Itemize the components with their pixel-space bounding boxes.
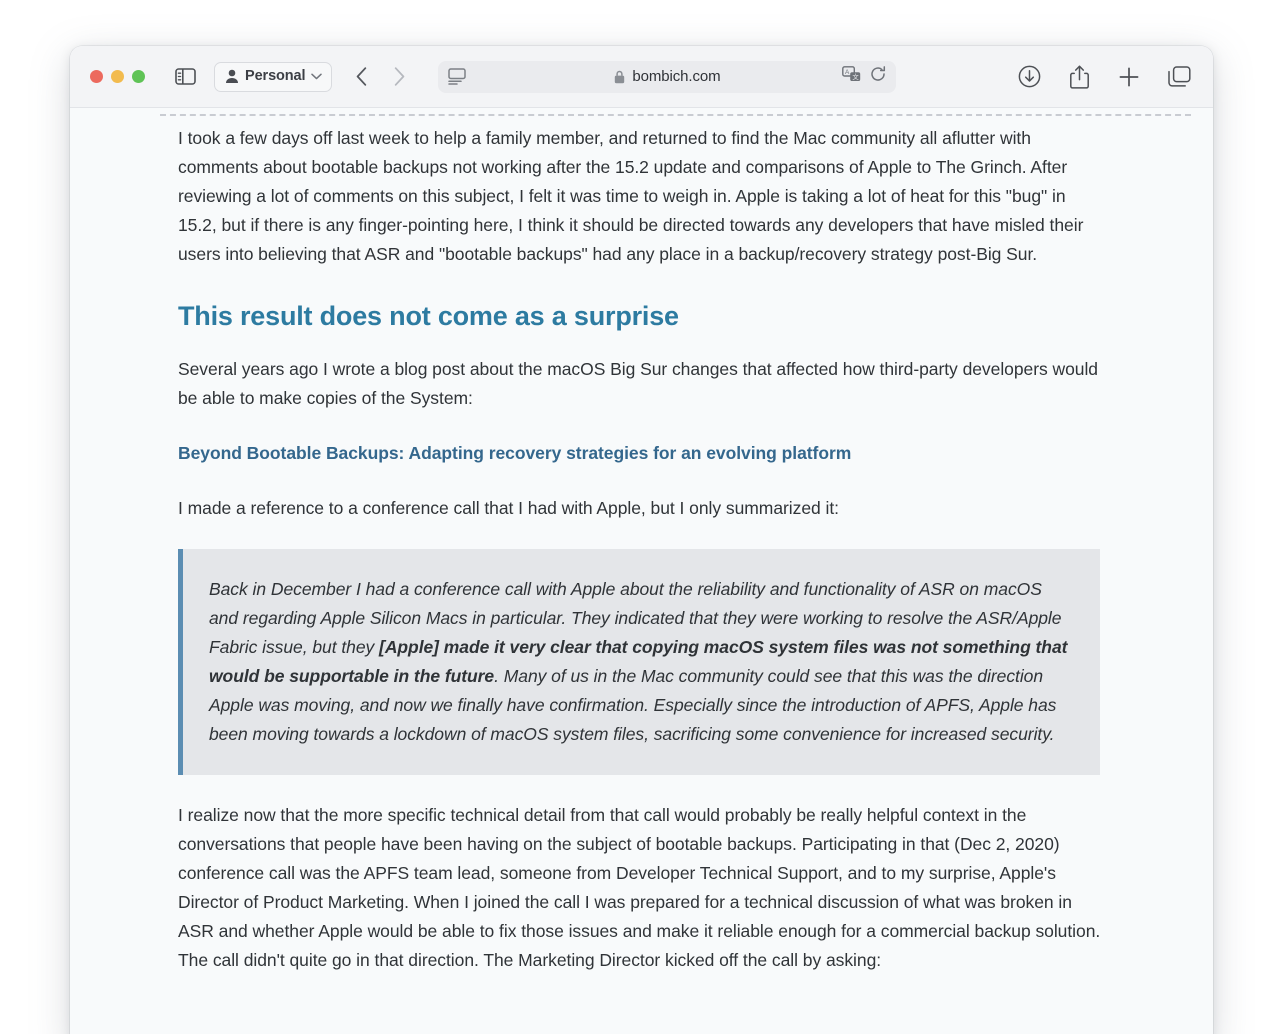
plus-icon: [1119, 67, 1139, 86]
reload-icon: [871, 66, 886, 81]
beyond-bootable-backups-link[interactable]: Beyond Bootable Backups: Adapting recove…: [178, 443, 851, 463]
paragraph-3: I made a reference to a conference call …: [178, 498, 839, 518]
chevron-left-icon: [356, 67, 367, 86]
maximize-window-button[interactable]: [132, 70, 145, 83]
article-body: I took a few days off last week to help …: [178, 124, 1103, 1001]
share-icon: [1069, 65, 1089, 89]
translate-button[interactable]: A 文: [842, 66, 861, 87]
download-circle-icon: [1018, 65, 1040, 88]
svg-text:文: 文: [853, 72, 860, 81]
person-icon: [226, 69, 238, 83]
forward-button[interactable]: [388, 64, 410, 90]
pull-quote: Back in December I had a conference call…: [178, 549, 1100, 775]
paragraph-2: Several years ago I wrote a blog post ab…: [178, 359, 1098, 408]
tab-overview-icon: [1167, 65, 1191, 87]
url-text: bombich.com: [632, 68, 721, 85]
reader-view-icon: [448, 68, 467, 85]
downloads-button[interactable]: [1017, 65, 1041, 89]
reload-button[interactable]: [870, 66, 886, 87]
sidebar-toggle-button[interactable]: [170, 62, 200, 92]
address-bar-url-group: bombich.com: [438, 68, 896, 85]
profile-label: Personal: [245, 68, 306, 85]
toolbar-actions: [991, 65, 1191, 89]
address-bar[interactable]: bombich.com A 文: [438, 60, 897, 93]
lock-icon: [614, 70, 625, 84]
reader-view-button[interactable]: [448, 68, 467, 85]
new-tab-button[interactable]: [1117, 65, 1141, 89]
tab-overview-button[interactable]: [1167, 65, 1191, 89]
chevron-down-icon: [311, 73, 323, 80]
profile-switcher-button[interactable]: Personal: [214, 61, 333, 92]
sidebar-icon: [174, 68, 196, 85]
minimize-window-button[interactable]: [111, 70, 124, 83]
browser-toolbar: Personal bombich.com A 文: [70, 46, 1213, 108]
close-window-button[interactable]: [90, 70, 103, 83]
svg-text:A: A: [845, 69, 850, 76]
navigation-buttons: [350, 64, 410, 90]
desktop-backdrop: Personal bombich.com A 文 I took a few da…: [0, 0, 1280, 1034]
dashed-divider: [160, 114, 1191, 116]
browser-window: Personal bombich.com A 文 I took a few da…: [70, 46, 1213, 1034]
chevron-right-icon: [394, 67, 405, 86]
translate-icon: A 文: [842, 66, 861, 81]
paragraph-4: I realize now that the more specific tec…: [178, 805, 1101, 970]
intro-paragraph: I took a few days off last week to help …: [178, 128, 1084, 264]
page-content: I took a few days off last week to help …: [70, 108, 1213, 1034]
link-paragraph: Beyond Bootable Backups: Adapting recove…: [178, 439, 1103, 468]
back-button[interactable]: [350, 64, 372, 90]
share-button[interactable]: [1067, 65, 1091, 89]
address-bar-actions: A 文: [842, 66, 886, 87]
section-heading: This result does not come as a surprise: [178, 301, 679, 331]
quote-text: Back in December I had a conference call…: [209, 575, 1070, 749]
window-controls: [90, 70, 145, 83]
